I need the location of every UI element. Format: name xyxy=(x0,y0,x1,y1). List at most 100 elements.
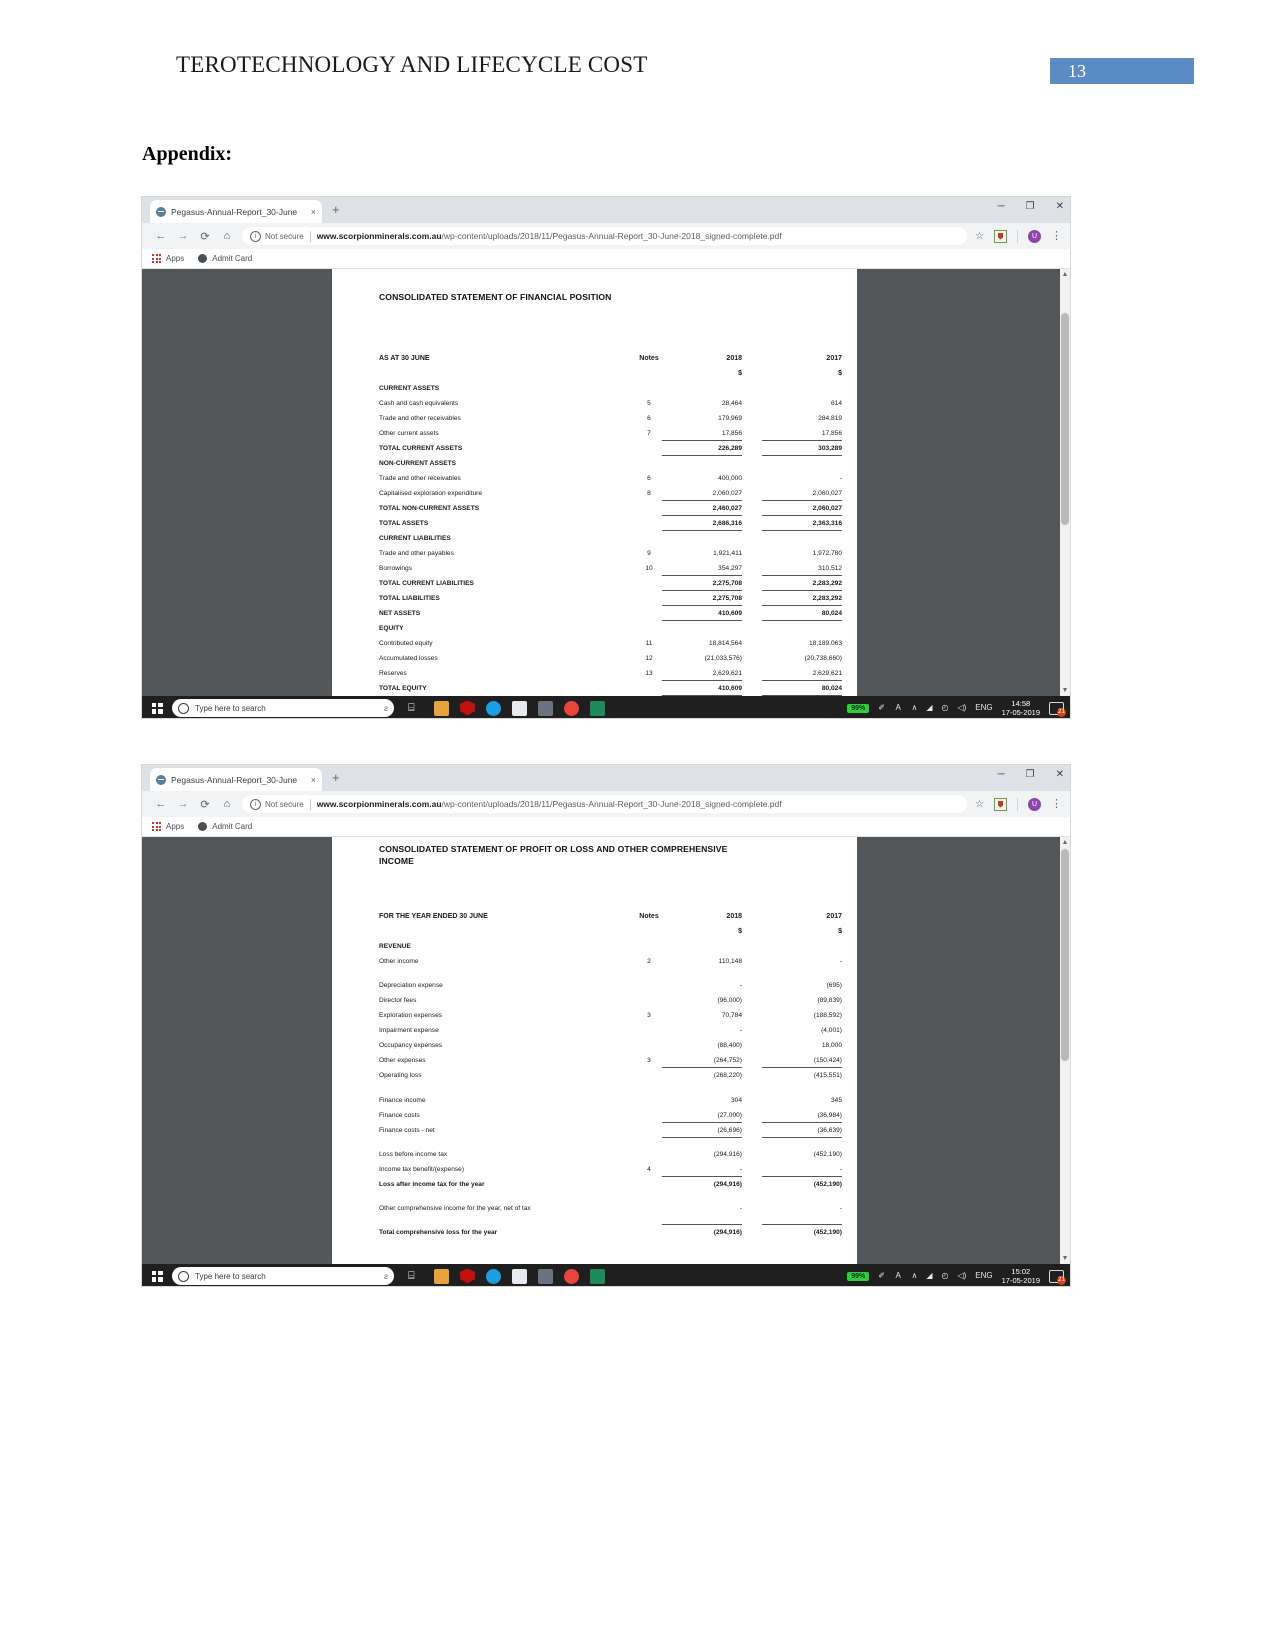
scroll-up-icon[interactable]: ▲ xyxy=(1061,839,1069,846)
action-center-icon[interactable]: 21 xyxy=(1049,1269,1066,1285)
info-icon[interactable]: i xyxy=(250,798,261,810)
bookmark-star-icon[interactable]: ☆ xyxy=(975,799,984,810)
home-icon[interactable]: ⌂ xyxy=(216,798,238,810)
network-icon[interactable]: ◢ xyxy=(926,1272,932,1280)
taskbar-search-box[interactable]: Type here to search ƨ xyxy=(172,1267,394,1285)
extension-icon[interactable] xyxy=(994,797,1007,811)
row-value-2018: 2,060,027 xyxy=(712,490,742,497)
row-value-2018: 18,814,564 xyxy=(708,640,742,647)
taskbar-search-box[interactable]: Type here to search ƨ xyxy=(172,699,394,717)
pdf-page: CONSOLIDATED STATEMENT OF PROFIT OR LOSS… xyxy=(332,837,857,1264)
edge-icon[interactable] xyxy=(486,1268,501,1284)
table-row: Income tax benefit/(expense) 4 - - xyxy=(332,1162,857,1177)
back-icon[interactable]: ← xyxy=(150,230,172,242)
bookmark-admit-card[interactable]: Admit Card xyxy=(198,254,252,263)
chrome-icon[interactable] xyxy=(564,1268,579,1284)
browser-tab[interactable]: Pegasus-Annual-Report_30-June × xyxy=(150,200,322,223)
ime-icon[interactable]: A xyxy=(894,1272,903,1280)
globe-icon xyxy=(198,822,208,831)
close-window-button[interactable]: ✕ xyxy=(1056,770,1064,780)
row-value-2018: (96,000) xyxy=(717,997,742,1005)
maximize-button[interactable]: ❐ xyxy=(1026,770,1035,780)
microphone-icon[interactable]: ƨ xyxy=(384,704,388,713)
chrome-menu-icon[interactable]: ⋮ xyxy=(1051,230,1062,242)
powerpoint-icon[interactable] xyxy=(590,700,605,716)
bookmark-star-icon[interactable]: ☆ xyxy=(975,231,984,242)
row-value-2017: (4,001) xyxy=(821,1027,842,1035)
minimize-button[interactable]: ─ xyxy=(998,770,1005,780)
volume-icon[interactable]: ◁) xyxy=(957,704,966,712)
home-icon[interactable]: ⌂ xyxy=(216,230,238,242)
microphone-icon[interactable]: ƨ xyxy=(384,1272,388,1281)
photos-icon[interactable] xyxy=(512,700,527,716)
new-tab-button[interactable]: + xyxy=(332,771,340,784)
browser-tab[interactable]: Pegasus-Annual-Report_30-June × xyxy=(150,768,322,791)
volume-icon[interactable]: ◁) xyxy=(957,1272,966,1280)
row-note: 3 xyxy=(647,1012,651,1020)
chrome-menu-icon[interactable]: ⋮ xyxy=(1051,798,1062,810)
forward-icon[interactable]: → xyxy=(172,230,194,242)
camera-icon[interactable] xyxy=(538,1268,553,1284)
powerpoint-icon[interactable] xyxy=(590,1268,605,1284)
wifi-icon[interactable]: ◴ xyxy=(941,704,948,712)
photos-icon[interactable] xyxy=(512,1268,527,1284)
reload-icon[interactable]: ⟳ xyxy=(194,230,216,243)
table-row: Impairment expense - (4,001) xyxy=(332,1023,857,1038)
new-tab-button[interactable]: + xyxy=(332,203,340,216)
row-label: Borrowings xyxy=(379,565,412,572)
reload-icon[interactable]: ⟳ xyxy=(194,798,216,811)
address-bar[interactable]: i Not secure www.scorpionminerals.com.au… xyxy=(242,795,968,813)
network-icon[interactable]: ◢ xyxy=(926,704,932,712)
clock[interactable]: 15:02 17-05-2019 xyxy=(1002,1267,1040,1285)
scroll-down-icon[interactable]: ▼ xyxy=(1061,687,1069,694)
maximize-button[interactable]: ❐ xyxy=(1026,202,1035,212)
scrollbar-thumb[interactable] xyxy=(1061,313,1069,525)
clock[interactable]: 14:58 17-05-2019 xyxy=(1002,699,1040,717)
mcafee-icon[interactable] xyxy=(460,1268,475,1284)
pen-icon[interactable]: ✐ xyxy=(878,704,885,712)
back-icon[interactable]: ← xyxy=(150,798,172,810)
chevron-up-icon[interactable]: ∧ xyxy=(911,704,917,712)
bookmark-apps[interactable]: Apps xyxy=(152,822,184,831)
start-button[interactable] xyxy=(142,1264,172,1286)
camera-icon[interactable] xyxy=(538,700,553,716)
chrome-icon[interactable] xyxy=(564,700,579,716)
scrollbar-thumb[interactable] xyxy=(1061,849,1069,1061)
minimize-button[interactable]: ─ xyxy=(998,202,1005,212)
battery-status-badge[interactable]: 99% xyxy=(847,1271,870,1281)
task-view-icon[interactable]: ⌸ xyxy=(408,1269,423,1284)
pen-icon[interactable]: ✐ xyxy=(878,1272,885,1280)
pdf-scrollbar[interactable]: ▲ ▼ xyxy=(1060,269,1070,696)
language-indicator[interactable]: ENG xyxy=(975,704,992,712)
address-bar[interactable]: i Not secure www.scorpionminerals.com.au… xyxy=(242,227,968,245)
microsoft-store-icon[interactable] xyxy=(434,700,449,716)
language-indicator[interactable]: ENG xyxy=(975,1272,992,1280)
chevron-up-icon[interactable]: ∧ xyxy=(911,1272,917,1280)
ime-icon[interactable]: A xyxy=(894,704,903,712)
url-path: /wp-content/uploads/2018/11/Pegasus-Annu… xyxy=(441,231,782,241)
row-label: EQUITY xyxy=(379,625,404,632)
scroll-down-icon[interactable]: ▼ xyxy=(1061,1255,1069,1262)
info-icon[interactable]: i xyxy=(250,230,261,242)
task-view-icon[interactable]: ⌸ xyxy=(408,701,423,716)
extension-icon[interactable] xyxy=(994,229,1007,243)
scroll-up-icon[interactable]: ▲ xyxy=(1061,271,1069,278)
wifi-icon[interactable]: ◴ xyxy=(941,1272,948,1280)
action-center-icon[interactable]: 21 xyxy=(1049,701,1066,717)
avatar[interactable]: U xyxy=(1028,797,1041,811)
avatar[interactable]: U xyxy=(1028,229,1041,243)
bookmark-admit-card[interactable]: Admit Card xyxy=(198,822,252,831)
close-window-button[interactable]: ✕ xyxy=(1056,202,1064,212)
edge-icon[interactable] xyxy=(486,700,501,716)
forward-icon[interactable]: → xyxy=(172,798,194,810)
bookmark-apps[interactable]: Apps xyxy=(152,254,184,263)
table-row: Finance costs - net (26,696) (36,639) xyxy=(332,1123,857,1138)
mcafee-icon[interactable] xyxy=(460,700,475,716)
close-tab-icon[interactable]: × xyxy=(311,775,316,785)
close-tab-icon[interactable]: × xyxy=(311,207,316,217)
battery-status-badge[interactable]: 99% xyxy=(847,703,870,713)
pdf-scrollbar[interactable]: ▲ ▼ xyxy=(1060,837,1070,1264)
start-button[interactable] xyxy=(142,696,172,718)
bookmark-label: Admit Card xyxy=(212,254,253,263)
microsoft-store-icon[interactable] xyxy=(434,1268,449,1284)
